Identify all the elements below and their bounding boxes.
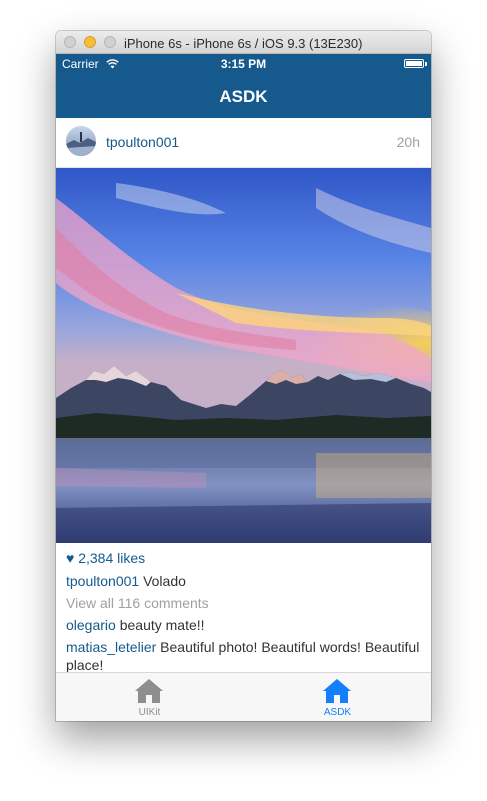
heart-icon: ♥ (66, 550, 75, 566)
battery-tip-icon (425, 62, 427, 66)
tab-label: UIKit (138, 707, 161, 718)
device-screen: Carrier 3:15 PM ASDK tpoulton001 20h ♥ 2… (56, 54, 431, 721)
post-photo[interactable] (56, 168, 431, 543)
avatar[interactable] (66, 126, 96, 156)
battery-icon (404, 59, 424, 68)
post-caption: tpoulton001 Volado (66, 572, 421, 590)
view-all-comments-link[interactable]: View all 116 comments (66, 594, 421, 612)
home-icon (322, 678, 352, 704)
caption-text: Volado (139, 573, 186, 589)
tab-label: ASDK (323, 707, 352, 718)
comment-username[interactable]: matias_letelier (66, 639, 156, 655)
home-icon (134, 678, 164, 704)
close-window-button[interactable] (64, 36, 76, 48)
comment-item: matias_letelier Beautiful photo! Beautif… (66, 638, 421, 674)
window-title: iPhone 6s - iPhone 6s / iOS 9.3 (13E230) (124, 36, 363, 51)
tab-uikit[interactable]: UIKit (56, 673, 243, 721)
status-bar: Carrier 3:15 PM (56, 54, 431, 74)
post-username[interactable]: tpoulton001 (106, 134, 179, 150)
simulator-window: iPhone 6s - iPhone 6s / iOS 9.3 (13E230)… (56, 31, 431, 721)
window-titlebar[interactable]: iPhone 6s - iPhone 6s / iOS 9.3 (13E230) (56, 31, 431, 54)
comment-text: beauty mate!! (115, 617, 205, 633)
status-time: 3:15 PM (220, 57, 267, 71)
likes-count[interactable]: ♥ 2,384 likes (66, 550, 145, 566)
post-header: tpoulton001 20h (56, 118, 431, 168)
navigation-bar: Carrier 3:15 PM ASDK (56, 54, 431, 118)
zoom-window-button[interactable] (104, 36, 116, 48)
comment-item: olegario beauty mate!! (66, 616, 421, 634)
likes-label: 2,384 likes (78, 550, 146, 566)
post-timestamp: 20h (396, 134, 420, 150)
tab-asdk[interactable]: ASDK (244, 673, 431, 721)
nav-title: ASDK (219, 87, 268, 106)
caption-username[interactable]: tpoulton001 (66, 573, 139, 589)
tab-bar: UIKit ASDK (56, 672, 431, 721)
minimize-window-button[interactable] (84, 36, 96, 48)
comment-username[interactable]: olegario (66, 617, 116, 633)
